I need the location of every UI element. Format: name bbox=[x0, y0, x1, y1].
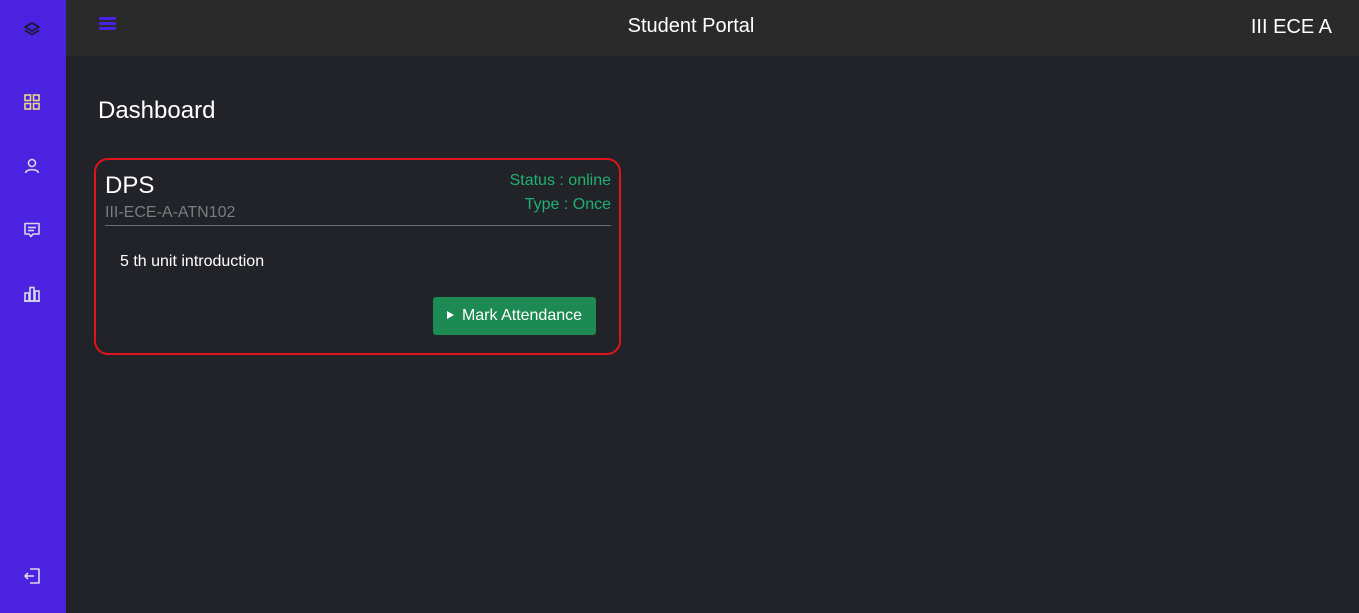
card-topic: 5 th unit introduction bbox=[120, 253, 265, 270]
message-icon[interactable] bbox=[21, 219, 43, 241]
sidebar bbox=[0, 0, 66, 613]
play-icon bbox=[446, 310, 454, 319]
logout-icon[interactable] bbox=[21, 565, 43, 587]
user-icon[interactable] bbox=[21, 155, 43, 177]
card-divider bbox=[105, 225, 611, 226]
top-bar: Student Portal III ECE A bbox=[66, 0, 1359, 56]
dashboard-grid-icon[interactable] bbox=[21, 91, 43, 113]
mark-attendance-label: Mark Attendance bbox=[461, 307, 583, 324]
mark-attendance-button[interactable]: Mark Attendance bbox=[433, 297, 596, 335]
attendance-card: DPS III-ECE-A-ATN102 Status : online Typ… bbox=[94, 158, 621, 355]
page-title: Dashboard bbox=[98, 97, 216, 124]
class-name: III ECE A bbox=[1250, 16, 1332, 38]
bar-chart-icon[interactable] bbox=[21, 283, 43, 305]
card-subject: DPS bbox=[105, 172, 155, 199]
status-label: Status : online bbox=[509, 172, 611, 189]
app-title: Student Portal bbox=[627, 15, 755, 37]
layers-icon[interactable] bbox=[21, 19, 43, 41]
type-label: Type : Once bbox=[524, 196, 611, 213]
card-code: III-ECE-A-ATN102 bbox=[105, 204, 236, 221]
